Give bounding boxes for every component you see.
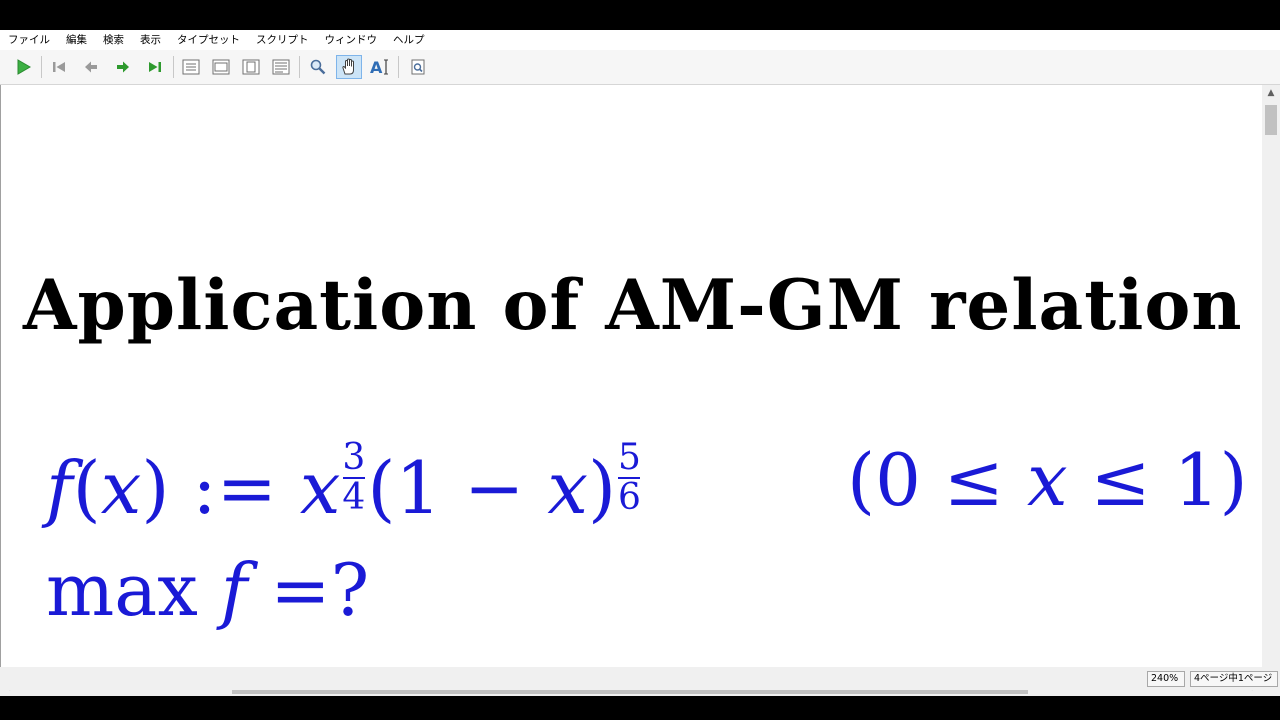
pdf-page-view[interactable]: Application of AM-GM relation f(x) := x3…	[0, 85, 1262, 683]
hand-icon	[342, 58, 354, 75]
toolbar-separator	[41, 56, 42, 78]
vertical-scroll-thumb[interactable]	[1265, 105, 1277, 135]
magnifier-icon	[310, 59, 326, 75]
menu-edit[interactable]: 編集	[58, 30, 95, 50]
arrow-left-icon	[85, 61, 97, 73]
document-title: Application of AM-GM relation	[23, 265, 1243, 346]
page-actual-size-icon	[182, 59, 200, 75]
first-page-icon	[53, 62, 65, 72]
equation-question: max f =?	[46, 548, 370, 632]
text-select-icon: A	[370, 58, 388, 77]
previous-page-button[interactable]	[78, 55, 104, 79]
equation-domain: (0 ≤ x ≤ 1)	[847, 438, 1248, 522]
last-page-icon	[149, 62, 161, 72]
fit-content-button[interactable]	[268, 55, 294, 79]
menu-bar: ファイル 編集 検索 表示 タイプセット スクリプト ウィンドウ ヘルプ	[0, 30, 1280, 50]
arrow-right-icon	[117, 61, 129, 73]
fit-width-button[interactable]	[208, 55, 234, 79]
page-fit-window-icon	[242, 59, 260, 75]
menu-view[interactable]: 表示	[132, 30, 169, 50]
equation-definition: f(x) := x 3 4 (1 − x) 5 6	[46, 437, 641, 530]
vertical-scrollbar[interactable]: ▲ ▼	[1262, 85, 1280, 683]
zoom-level[interactable]: 240%	[1147, 671, 1185, 687]
pdf-viewer-window: ファイル 編集 検索 表示 タイプセット スクリプト ウィンドウ ヘルプ A A…	[0, 30, 1280, 696]
exponent-fraction: 56	[618, 437, 641, 518]
menu-help[interactable]: ヘルプ	[385, 30, 433, 50]
first-page-button[interactable]	[46, 55, 72, 79]
typeset-button[interactable]	[10, 55, 36, 79]
page-fit-content-icon	[272, 59, 290, 75]
menu-typeset[interactable]: タイプセット	[169, 30, 248, 50]
svg-text:A: A	[370, 58, 383, 77]
menu-window[interactable]: ウィンドウ	[317, 30, 386, 50]
page-fit-width-icon	[212, 59, 230, 75]
scroll-up-icon[interactable]: ▲	[1262, 85, 1280, 101]
page-indicator: 4ページ中1ページ	[1190, 671, 1278, 687]
toolbar-separator	[299, 56, 300, 78]
exponent-fraction: 34	[342, 437, 366, 518]
find-page-icon	[411, 59, 425, 75]
magnify-button[interactable]	[305, 55, 331, 79]
select-text-button[interactable]: A	[367, 55, 393, 79]
menu-script[interactable]: スクリプト	[248, 30, 317, 50]
next-page-button[interactable]	[110, 55, 136, 79]
toolbar-separator	[173, 56, 174, 78]
fit-window-button[interactable]	[238, 55, 264, 79]
menu-file[interactable]: ファイル	[0, 30, 58, 50]
status-bar: 240% 4ページ中1ページ	[0, 667, 1280, 690]
actual-size-button[interactable]	[178, 55, 204, 79]
play-icon	[17, 59, 31, 75]
toolbar: A	[0, 50, 1280, 85]
last-page-button[interactable]	[142, 55, 168, 79]
menu-search[interactable]: 検索	[95, 30, 132, 50]
toolbar-separator	[398, 56, 399, 78]
scroll-hand-button[interactable]	[336, 55, 362, 79]
find-in-pdf-button[interactable]	[405, 55, 431, 79]
